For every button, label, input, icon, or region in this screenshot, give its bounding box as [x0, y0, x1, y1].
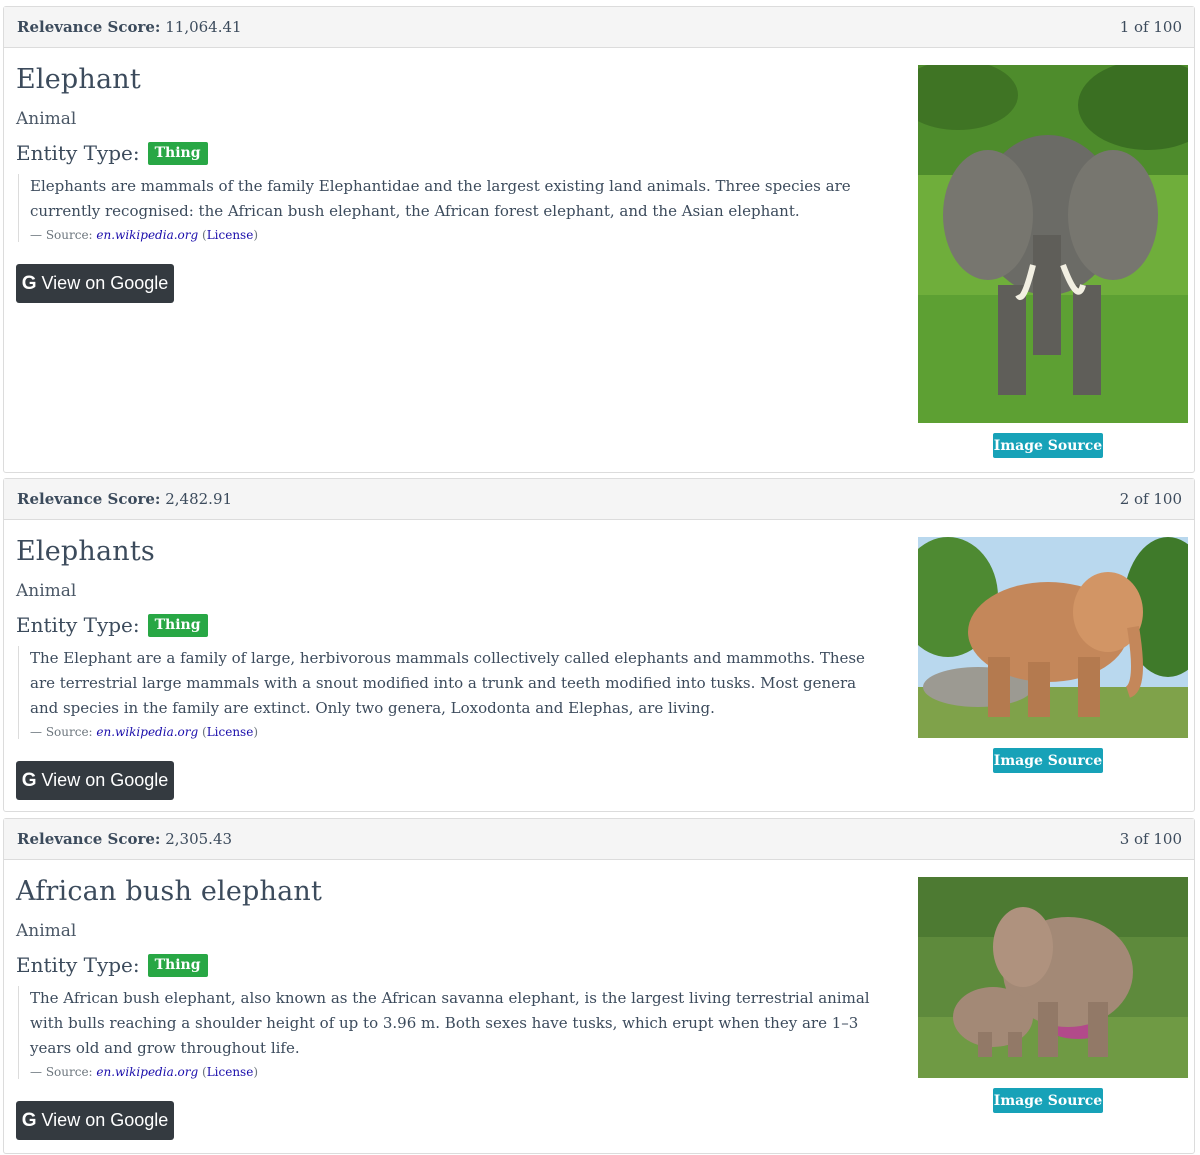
view-on-google-button[interactable]: G View on Google	[16, 264, 174, 303]
relevance-score-value: 2,482.91	[165, 490, 233, 508]
view-on-google-label: View on Google	[41, 273, 169, 293]
image-source-button[interactable]: Image Source	[993, 1088, 1103, 1113]
description-text: The African bush elephant, also known as…	[30, 989, 870, 1057]
relevance-score: Relevance Score: 2,305.43	[17, 830, 232, 848]
entity-type-badge: Thing	[147, 953, 208, 977]
image-source-button[interactable]: Image Source	[993, 433, 1103, 458]
result-category: Animal	[16, 921, 77, 941]
license-link[interactable]: License	[207, 1065, 254, 1079]
image-source-button[interactable]: Image Source	[993, 748, 1103, 773]
entity-type-label: Entity Type:	[16, 953, 140, 977]
card-header: Relevance Score: 11,064.41 1 of 100	[4, 7, 1194, 48]
license-link[interactable]: License	[207, 228, 254, 242]
relevance-score-label: Relevance Score:	[17, 18, 161, 36]
entity-type-label: Entity Type:	[16, 141, 140, 165]
entity-image	[918, 65, 1188, 423]
entity-type-badge: Thing	[147, 141, 208, 165]
description-text: Elephants are mammals of the family Elep…	[30, 177, 851, 220]
entity-type-badge: Thing	[147, 613, 208, 637]
entity-image	[918, 537, 1188, 738]
description-block: Elephants are mammals of the family Elep…	[18, 174, 872, 242]
result-card-1: Relevance Score: 11,064.41 1 of 100 Elep…	[3, 6, 1195, 473]
result-position: 1 of 100	[1119, 18, 1182, 36]
source-line: — Source: en.wikipedia.org (License)	[30, 725, 258, 739]
google-icon: G	[21, 1109, 37, 1131]
card-header: Relevance Score: 2,305.43 3 of 100	[4, 819, 1194, 860]
entity-image	[918, 877, 1188, 1078]
entity-type-label: Entity Type:	[16, 613, 140, 637]
result-position: 3 of 100	[1119, 830, 1182, 848]
relevance-score-label: Relevance Score:	[17, 490, 161, 508]
elephant-photo	[918, 877, 1188, 1078]
result-title: Elephant	[16, 64, 141, 95]
relevance-score-value: 2,305.43	[165, 830, 233, 848]
description-block: The Elephant are a family of large, herb…	[18, 646, 872, 739]
description-text: The Elephant are a family of large, herb…	[30, 649, 865, 717]
relevance-score: Relevance Score: 2,482.91	[17, 490, 232, 508]
entity-type: Entity Type: Thing	[16, 141, 208, 165]
source-prefix: — Source:	[30, 228, 97, 242]
source-line: — Source: en.wikipedia.org (License)	[30, 1065, 258, 1079]
view-on-google-button[interactable]: G View on Google	[16, 761, 174, 800]
source-link[interactable]: en.wikipedia.org	[96, 1065, 198, 1079]
source-line: — Source: en.wikipedia.org (License)	[30, 228, 258, 242]
result-category: Animal	[16, 581, 77, 601]
result-card-3: Relevance Score: 2,305.43 3 of 100 Afric…	[3, 818, 1195, 1154]
description-block: The African bush elephant, also known as…	[18, 986, 872, 1079]
result-title: Elephants	[16, 536, 155, 567]
source-link[interactable]: en.wikipedia.org	[96, 725, 198, 739]
card-header: Relevance Score: 2,482.91 2 of 100	[4, 479, 1194, 520]
google-icon: G	[21, 272, 37, 294]
view-on-google-button[interactable]: G View on Google	[16, 1101, 174, 1140]
result-position: 2 of 100	[1119, 490, 1182, 508]
relevance-score-value: 11,064.41	[165, 18, 242, 36]
relevance-score: Relevance Score: 11,064.41	[17, 18, 242, 36]
entity-type: Entity Type: Thing	[16, 953, 208, 977]
relevance-score-label: Relevance Score:	[17, 830, 161, 848]
source-prefix: — Source:	[30, 1065, 97, 1079]
license-link[interactable]: License	[207, 725, 254, 739]
view-on-google-label: View on Google	[41, 770, 169, 790]
google-icon: G	[21, 769, 37, 791]
elephant-photo	[918, 65, 1188, 423]
entity-type: Entity Type: Thing	[16, 613, 208, 637]
source-prefix: — Source:	[30, 725, 97, 739]
view-on-google-label: View on Google	[41, 1110, 169, 1130]
elephant-photo	[918, 537, 1188, 738]
result-category: Animal	[16, 109, 77, 129]
result-title: African bush elephant	[16, 876, 323, 907]
source-link[interactable]: en.wikipedia.org	[96, 228, 198, 242]
result-card-2: Relevance Score: 2,482.91 2 of 100 Eleph…	[3, 478, 1195, 812]
